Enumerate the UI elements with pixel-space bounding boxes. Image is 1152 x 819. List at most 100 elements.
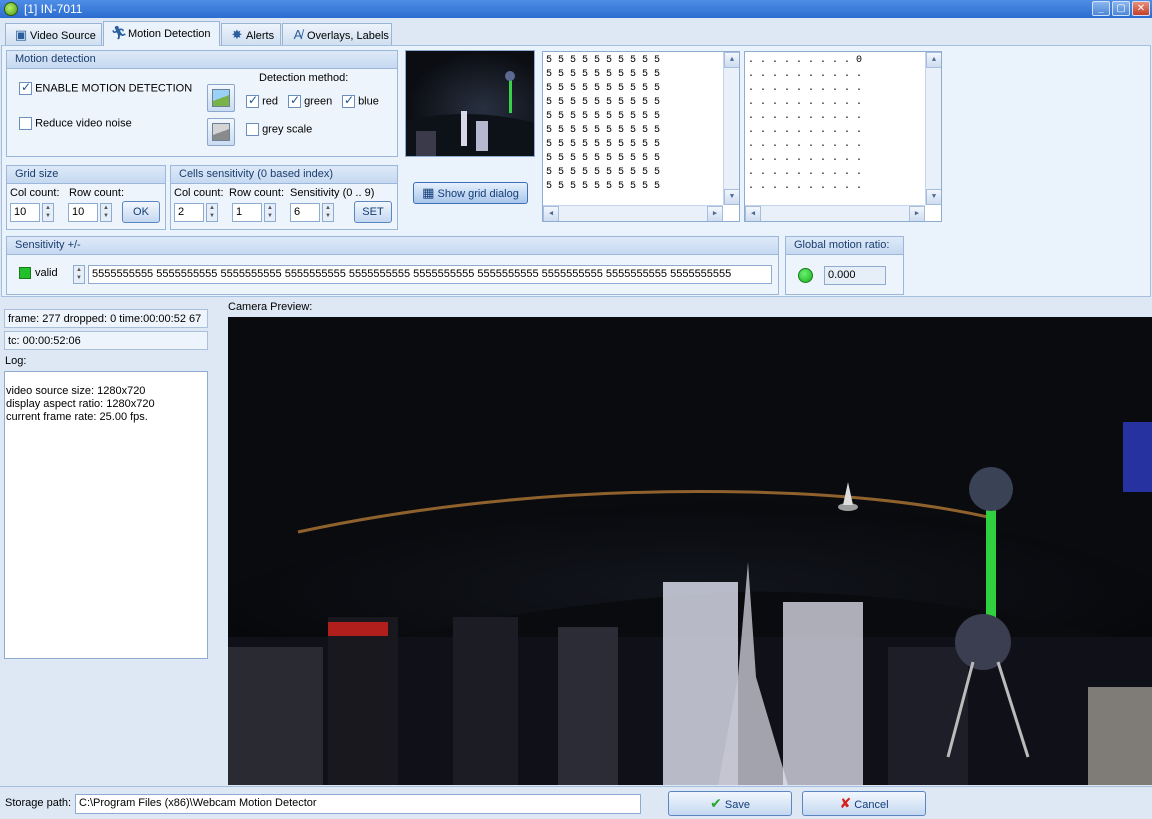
tab-motion-detection[interactable]: 🏃︎Motion Detection [103,21,220,46]
vertical-scrollbar[interactable]: ▲ ▼ [925,52,941,205]
scroll-right-icon[interactable]: ▶ [707,206,723,221]
scroll-left-icon[interactable]: ◀ [543,206,559,221]
grid-col-stepper[interactable]: ▲ ▼ [42,203,54,222]
grid-row-stepper[interactable]: ▲ ▼ [100,203,112,222]
checkbox-box[interactable] [19,80,32,95]
cell-col-input[interactable]: 2 [174,203,204,222]
checkbox-box[interactable] [246,123,259,136]
checkbox-label: ENABLE MOTION DETECTION [35,82,193,95]
tab-video-source[interactable]: ▣ Video Source [5,23,102,45]
grey-picture-icon [212,123,230,141]
group-header: Cells sensitivity (0 based index) [171,166,397,184]
scroll-right-icon[interactable]: ▶ [909,206,925,221]
col-count-label: Col count: [10,187,60,199]
sensitivity-values-input[interactable]: 5555555555 5555555555 5555555555 5555555… [88,265,772,284]
sensitivity-group: Sensitivity +/- valid ▲ ▼ 5555555555 5555… [6,236,779,295]
button-label: Show grid dialog [437,188,519,200]
spin-up-icon[interactable]: ▲ [265,204,275,212]
grid-motion-text: . . . . . . . . . 0 . . . . . . . . . . … [748,55,863,192]
storage-path-input[interactable]: C:\Program Files (x86)\Webcam Motion Det… [75,794,641,814]
cell-row-stepper[interactable]: ▲ ▼ [264,203,276,222]
enable-motion-checkbox[interactable]: ENABLE MOTION DETECTION [19,80,193,95]
grey-scale-checkbox[interactable]: grey scale [246,123,312,136]
scroll-down-icon[interactable]: ▼ [724,189,739,205]
scroll-left-icon[interactable]: ◀ [745,206,761,221]
x-icon: ✘ [839,795,852,811]
cell-row-input[interactable]: 1 [232,203,262,222]
spin-up-icon[interactable]: ▲ [101,204,111,212]
group-header: Global motion ratio: [786,237,903,255]
cell-col-label: Col count: [174,187,224,199]
cell-set-button[interactable]: SET [354,201,392,223]
spin-down-icon[interactable]: ▼ [265,212,275,220]
button-label: Save [724,799,750,811]
cell-row-label: Row count: [229,187,285,199]
log-line: display aspect ratio: 1280x720 [6,398,155,410]
tab-label: Alerts [246,30,275,42]
cancel-button[interactable]: ✘ Cancel [802,791,926,816]
timecode-info: tc: 00:00:52:06 [4,331,208,350]
grey-image-button[interactable] [207,118,235,146]
spin-down-icon[interactable]: ▼ [207,212,217,220]
spin-up-icon[interactable]: ▲ [207,204,217,212]
checkbox-box[interactable] [19,117,32,130]
checkbox-box[interactable] [288,93,301,108]
group-header: Grid size [7,166,165,184]
maximize-button[interactable]: ▢ [1112,1,1130,16]
thumb-building [476,121,488,151]
scroll-up-icon[interactable]: ▲ [724,52,739,68]
sensitivity-stepper[interactable]: ▲ ▼ [73,265,85,284]
valid-label: valid [35,267,58,279]
grid-ok-button[interactable]: OK [122,201,160,223]
spin-up-icon[interactable]: ▲ [43,204,53,212]
green-checkbox[interactable]: green [288,93,332,108]
group-header: Motion detection [7,51,397,69]
motion-status-indicator [798,268,813,283]
grid-sensitivity-textbox[interactable]: 5 5 5 5 5 5 5 5 5 5 5 5 5 5 5 5 5 5 5 5 … [542,51,740,222]
spin-down-icon[interactable]: ▼ [43,212,53,220]
show-grid-dialog-button[interactable]: ▦ Show grid dialog [413,182,528,204]
grid-motion-textbox[interactable]: . . . . . . . . . 0 . . . . . . . . . . … [744,51,942,222]
grid-size-group: Grid size Col count: Row count: 10 ▲ ▼ 10… [6,165,166,230]
cell-col-stepper[interactable]: ▲ ▼ [206,203,218,222]
tv-tower-upper-sphere [969,467,1013,511]
building [888,647,968,785]
running-man-icon: 🏃︎ [110,25,128,40]
close-button[interactable]: ✕ [1132,1,1150,16]
checkbox-label: grey scale [262,123,313,136]
camera-icon: ▣ [14,27,28,42]
horizontal-scrollbar[interactable]: ◀ ▶ [745,205,925,221]
spin-down-icon[interactable]: ▼ [323,212,333,220]
grid-col-count-input[interactable]: 10 [10,203,40,222]
red-checkbox[interactable]: red [246,93,278,108]
cell-sensitivity-input[interactable]: 6 [290,203,320,222]
global-motion-group: Global motion ratio: 0.000 [785,236,904,295]
spin-down-icon[interactable]: ▼ [101,212,111,220]
grid-icon: ▦ [422,185,435,200]
color-image-button[interactable] [207,84,235,112]
color-picture-icon [212,89,230,107]
grid-row-count-input[interactable]: 10 [68,203,98,222]
checkbox-box[interactable] [246,93,259,108]
vertical-scrollbar[interactable]: ▲ ▼ [723,52,739,205]
horizontal-scrollbar[interactable]: ◀ ▶ [543,205,723,221]
checkbox-box[interactable] [342,93,355,108]
thumbnail-image [406,71,534,156]
tab-label: Video Source [30,30,96,42]
tab-alerts[interactable]: ✸ Alerts [221,23,281,45]
tab-overlays-labels[interactable]: A̸ Overlays, Labels [282,23,392,45]
scroll-up-icon[interactable]: ▲ [926,52,941,68]
frame-info: frame: 277 dropped: 0 time:00:00:52 67 [4,309,208,328]
spin-down-icon[interactable]: ▼ [74,274,84,282]
thumb-building [416,131,436,156]
cell-sensitivity-stepper[interactable]: ▲ ▼ [322,203,334,222]
log-box[interactable]: video source size: 1280x720 display aspe… [4,371,208,659]
spin-up-icon[interactable]: ▲ [323,204,333,212]
blue-checkbox[interactable]: blue [342,93,379,108]
spin-up-icon[interactable]: ▲ [74,266,84,274]
minimize-button[interactable]: _ [1092,1,1110,16]
scroll-down-icon[interactable]: ▼ [926,189,941,205]
building [228,647,323,785]
reduce-noise-checkbox[interactable]: Reduce video noise [19,117,132,130]
save-button[interactable]: ✔ Save [668,791,792,816]
